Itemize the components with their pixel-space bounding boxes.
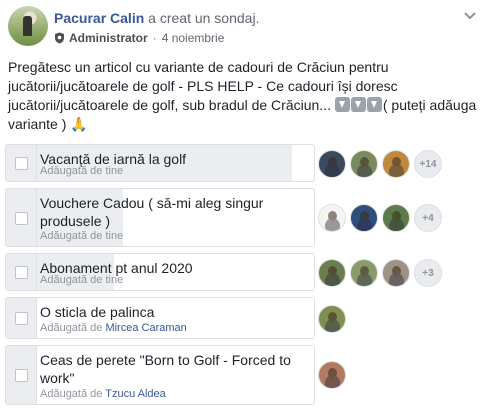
author-line: Pacurar Calin a creat un sondaj. (54, 10, 259, 26)
added-text: Adăugată de tine (40, 230, 124, 242)
option-divider (36, 346, 37, 404)
option-voters (318, 361, 350, 389)
option-added-by: Adăugată de Mircea Caraman (40, 322, 187, 334)
post-meta: Administrator · 4 noiembrie (54, 31, 224, 45)
author-action: a creat un sondaj. (148, 10, 260, 26)
down-arrow-emoji-icon (334, 97, 350, 112)
down-arrow-emoji-icon (350, 97, 366, 112)
option-label: Vouchere Cadou ( să-mi aleg singur produ… (40, 195, 264, 229)
added-text: Adăugată de (40, 388, 103, 400)
poll-option[interactable]: Ceas de perete "Born to Golf - Forced to… (5, 345, 315, 405)
option-voters: +4 (318, 204, 442, 232)
chevron-down-icon[interactable] (464, 12, 476, 20)
poll-checkbox[interactable] (15, 211, 28, 225)
option-voters: +3 (318, 259, 442, 287)
option-divider (36, 189, 37, 246)
voter-avatar[interactable] (350, 259, 378, 287)
meta-separator: · (152, 31, 157, 45)
option-label: Ceas de perete "Born to Golf - Forced to… (40, 352, 291, 386)
poll-option[interactable]: Vacanță de iarnă la golf Adăugată de tin… (5, 144, 315, 182)
option-added-by: Adăugată de tine (40, 165, 123, 177)
poll-option[interactable]: Vouchere Cadou ( să-mi aleg singur produ… (5, 188, 315, 247)
poll-option[interactable]: Abonament pt anul 2020 Adăugată de tine (5, 253, 315, 291)
option-label: O sticla de palinca (40, 304, 155, 320)
author-role: Administrator (69, 31, 148, 45)
more-voters-badge[interactable]: +14 (414, 150, 442, 178)
option-added-by: Adăugată de Tzucu Aldea (40, 388, 166, 400)
author-name[interactable]: Pacurar Calin (54, 10, 144, 26)
shield-icon (55, 32, 64, 44)
option-voters (318, 305, 350, 333)
voter-avatar[interactable] (318, 305, 346, 333)
option-added-by: Adăugată de tine (40, 274, 123, 286)
added-text: Adăugată de tine (40, 165, 124, 177)
voter-avatar[interactable] (318, 150, 346, 178)
option-added-by: Adăugată de tine (40, 230, 123, 242)
voter-avatar[interactable] (382, 150, 410, 178)
post-header: Pacurar Calin a creat un sondaj. Adminis… (8, 6, 480, 54)
voter-avatar[interactable] (382, 259, 410, 287)
option-voters: +14 (318, 150, 442, 178)
author-avatar[interactable] (8, 6, 48, 46)
more-voters-badge[interactable]: +4 (414, 204, 442, 232)
poll-checkbox[interactable] (15, 369, 28, 382)
option-divider (36, 145, 37, 181)
voter-avatar[interactable] (318, 361, 346, 389)
option-divider (36, 298, 37, 338)
voter-avatar[interactable] (350, 204, 378, 232)
down-arrow-emoji-icon (366, 97, 382, 112)
post-date[interactable]: 4 noiembrie (162, 31, 225, 45)
added-text: Adăugată de (40, 322, 103, 334)
option-divider (36, 254, 37, 290)
voter-avatar[interactable] (350, 150, 378, 178)
post-body: Pregătesc un articol cu variante de cado… (8, 58, 480, 134)
added-by-user-link[interactable]: Tzucu Aldea (105, 388, 166, 400)
voter-avatar-signature[interactable] (318, 204, 346, 232)
voter-avatar[interactable] (382, 204, 410, 232)
poll-checkbox[interactable] (15, 157, 28, 170)
voter-avatar[interactable] (318, 259, 346, 287)
more-voters-badge[interactable]: +3 (414, 259, 442, 287)
added-text: Adăugată de tine (40, 274, 124, 286)
poll-option[interactable]: O sticla de palinca Adăugată de Mircea C… (5, 297, 315, 339)
added-by-user-link[interactable]: Mircea Caraman (105, 322, 186, 334)
poll-checkbox[interactable] (15, 266, 28, 279)
poll-checkbox[interactable] (15, 312, 28, 325)
